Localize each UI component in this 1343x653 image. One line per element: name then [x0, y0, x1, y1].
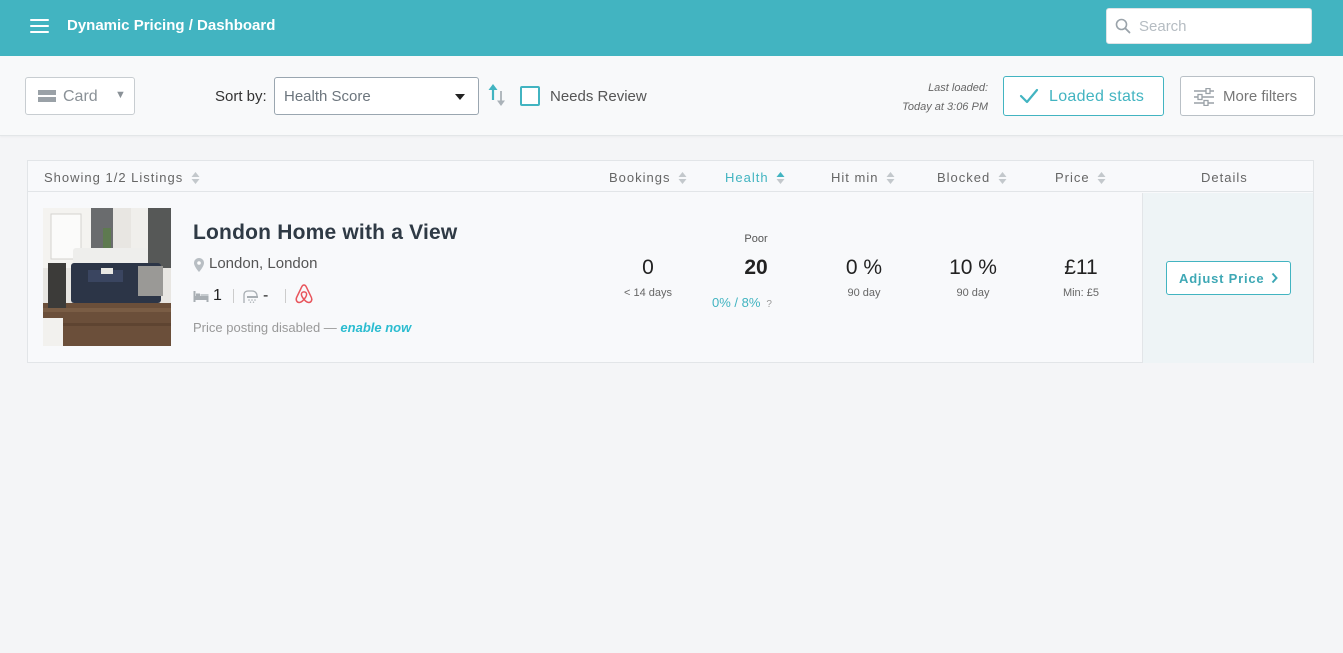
price-cell: £11 Min: £5	[1041, 256, 1121, 299]
help-icon[interactable]: ?	[766, 299, 772, 310]
column-header-blocked[interactable]: Blocked	[937, 170, 1007, 186]
hit-min-period: 90 day	[847, 287, 881, 299]
search-box	[1106, 8, 1312, 44]
sort-arrows-icon	[191, 171, 200, 184]
sort-by-select[interactable]: Health Score	[274, 77, 479, 115]
blocked-value: 10 %	[949, 256, 997, 279]
more-filters-label: More filters	[1223, 88, 1298, 105]
card-view-icon	[38, 90, 56, 103]
hit-min-value: 0 %	[845, 256, 883, 279]
needs-review-label[interactable]: Needs Review	[550, 88, 647, 105]
bookings-period: < 14 days	[623, 287, 672, 299]
view-mode-select[interactable]: Card ▼	[25, 77, 135, 115]
airbnb-icon[interactable]	[294, 283, 314, 305]
price-posting-status: Price posting disabled — enable now	[193, 320, 412, 335]
sort-direction-toggle-icon[interactable]	[487, 83, 507, 107]
price-value: £11	[1064, 256, 1098, 279]
search-input[interactable]	[1139, 9, 1307, 43]
adjust-price-label: Adjust Price	[1179, 271, 1265, 286]
needs-review-checkbox[interactable]	[520, 86, 540, 106]
breadcrumb: Dynamic Pricing / Dashboard	[67, 17, 276, 34]
last-loaded-label: Last loaded:	[928, 82, 988, 94]
adjust-price-button[interactable]: Adjust Price	[1166, 261, 1291, 295]
enable-posting-link[interactable]: enable now	[340, 320, 411, 335]
health-score: 20	[744, 256, 768, 279]
bath-count: -	[263, 287, 269, 304]
hit-min-cell: 0 % 90 day	[824, 256, 904, 299]
divider	[233, 289, 234, 303]
details-cell: Adjust Price	[1142, 193, 1313, 363]
location-pin-icon	[194, 258, 204, 272]
chevron-right-icon	[1271, 272, 1278, 284]
table-row: London Home with a View London, London 1	[28, 193, 1313, 363]
sort-arrows-icon	[678, 171, 687, 184]
sort-by-value: Health Score	[284, 88, 371, 105]
listing-title[interactable]: London Home with a View	[193, 221, 457, 245]
loaded-stats-label: Loaded stats	[1049, 88, 1145, 105]
caret-down-icon	[455, 94, 465, 100]
blocked-period: 90 day	[956, 287, 990, 299]
bookings-value: 0	[642, 256, 654, 279]
last-loaded-info: Last loaded: Today at 3:06 PM	[860, 79, 988, 117]
column-header-price[interactable]: Price	[1055, 170, 1106, 186]
divider	[285, 289, 286, 303]
health-breakdown: 0% / 8%?	[712, 295, 772, 310]
hamburger-menu-icon[interactable]	[30, 19, 49, 35]
column-header-bookings[interactable]: Bookings	[609, 170, 687, 186]
caret-down-icon: ▼	[115, 89, 126, 101]
more-filters-button[interactable]: More filters	[1180, 76, 1315, 116]
bookings-cell: 0 < 14 days	[608, 256, 688, 299]
table-header: Showing 1/2 Listings Bookings Health Hit…	[28, 161, 1313, 192]
column-header-listings[interactable]: Showing 1/2 Listings	[44, 170, 200, 186]
listing-location: London, London	[209, 255, 318, 272]
listing-photo[interactable]	[43, 208, 171, 346]
bed-count: 1	[213, 287, 222, 304]
column-header-details: Details	[1201, 170, 1248, 185]
sort-arrows-icon	[998, 171, 1007, 184]
sort-arrows-icon	[1097, 171, 1106, 184]
search-icon	[1115, 18, 1131, 34]
min-price: Min: £5	[1062, 287, 1100, 299]
health-rating: Poor	[744, 233, 768, 245]
column-header-health[interactable]: Health	[725, 170, 785, 186]
sort-by-label: Sort by:	[215, 88, 267, 105]
filter-toolbar: Card ▼ Sort by: Health Score Needs Revie…	[0, 56, 1343, 136]
last-loaded-time: Today at 3:06 PM	[902, 101, 988, 113]
column-header-hit-min[interactable]: Hit min	[831, 170, 895, 186]
shower-icon	[243, 290, 258, 303]
loaded-stats-button[interactable]: Loaded stats	[1003, 76, 1164, 116]
check-icon	[1019, 88, 1039, 104]
sliders-icon	[1194, 88, 1214, 106]
sort-arrows-icon	[886, 171, 895, 184]
sort-ascending-icon	[776, 171, 785, 184]
blocked-cell: 10 % 90 day	[933, 256, 1013, 299]
listings-table: Showing 1/2 Listings Bookings Health Hit…	[27, 160, 1314, 363]
bed-icon	[193, 291, 209, 302]
view-mode-label: Card	[63, 88, 98, 105]
top-nav: Dynamic Pricing / Dashboard	[0, 0, 1343, 56]
